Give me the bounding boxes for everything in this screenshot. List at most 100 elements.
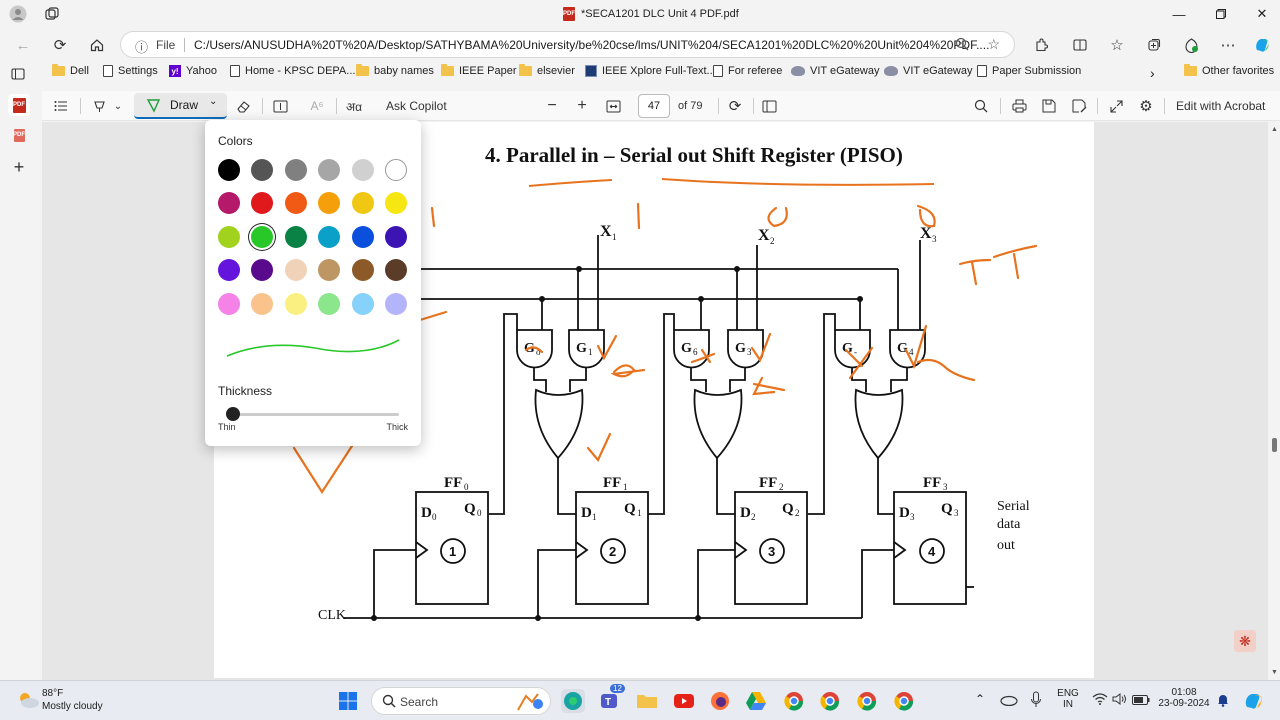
color-swatch[interactable] (351, 292, 374, 315)
highlight-chevron-down-icon[interactable]: ⌄ (112, 96, 124, 116)
firefox-icon[interactable] (708, 689, 732, 713)
rotate-icon[interactable]: ⟳ (724, 96, 746, 116)
acrobat-float-icon[interactable]: ❋ (1234, 630, 1256, 652)
maximize-button[interactable] (1207, 4, 1235, 24)
onedrive-icon[interactable] (1000, 692, 1018, 709)
color-swatch[interactable] (251, 225, 274, 248)
chrome-profile-1-icon[interactable] (782, 689, 806, 713)
volume-icon[interactable] (1112, 693, 1128, 708)
print-icon[interactable] (1008, 96, 1030, 116)
color-swatch[interactable] (351, 192, 374, 215)
favorite-star-icon[interactable]: ☆ (987, 36, 1000, 53)
color-swatch[interactable] (318, 259, 341, 282)
edge-browser-icon[interactable] (561, 689, 585, 713)
zoom-in-icon[interactable]: + (572, 96, 592, 116)
color-swatch[interactable] (284, 159, 307, 181)
favorite-ieee-paper[interactable]: IEEE Paper (441, 64, 516, 77)
color-swatch[interactable] (251, 259, 274, 282)
ask-copilot-button[interactable]: Ask Copilot (386, 96, 447, 116)
home-icon[interactable] (86, 34, 108, 56)
scroll-down-icon[interactable]: ▼ (1271, 669, 1278, 676)
thickness-slider-track[interactable] (227, 413, 399, 416)
pdf-tab-icon[interactable]: PDF (8, 94, 30, 116)
eraser-icon[interactable] (232, 96, 254, 116)
copilot-icon[interactable] (1251, 34, 1273, 56)
color-swatch[interactable] (385, 292, 407, 315)
language-indicator[interactable]: ENG IN (1055, 688, 1081, 710)
color-swatch[interactable] (284, 292, 307, 315)
teams-icon[interactable]: T 12 (598, 684, 625, 713)
favorite-paper-submission[interactable]: Paper Submission (977, 65, 1081, 77)
minimize-button[interactable]: — (1165, 4, 1193, 24)
color-swatch[interactable] (218, 259, 240, 282)
color-swatch[interactable] (284, 259, 307, 282)
scrollbar-thumb[interactable] (1272, 438, 1277, 452)
battery-icon[interactable] (1132, 694, 1150, 708)
color-swatch[interactable] (218, 192, 240, 215)
draw-button[interactable]: Draw ⌄ (134, 93, 227, 119)
save-as-icon[interactable] (1068, 96, 1090, 116)
more-options-icon[interactable]: ⋯ (1217, 34, 1239, 56)
google-drive-icon[interactable] (744, 689, 768, 713)
save-icon[interactable] (1038, 96, 1060, 116)
copilot-taskbar-icon[interactable] (1242, 690, 1264, 715)
color-swatch[interactable] (251, 159, 274, 181)
favorites-icon[interactable]: ☆ (1106, 34, 1128, 56)
color-swatch[interactable] (218, 225, 240, 248)
draw-chevron-down-icon[interactable]: ⌄ (209, 96, 217, 107)
color-swatch[interactable] (385, 159, 407, 181)
file-explorer-icon[interactable] (635, 689, 659, 713)
favorite-yahoo[interactable]: y! Yahoo (169, 65, 217, 77)
fit-width-icon[interactable] (602, 96, 624, 116)
color-swatch[interactable] (385, 225, 407, 248)
new-tab-icon[interactable]: + (10, 157, 28, 177)
edit-with-acrobat-button[interactable]: Edit with Acrobat (1176, 96, 1265, 116)
favorite-kpsc[interactable]: Home - KPSC DEPA... (230, 65, 355, 77)
favorite-vit-egateway-1[interactable]: VIT eGateway (791, 65, 880, 77)
collections-icon[interactable] (1143, 34, 1165, 56)
page-view-icon[interactable] (758, 96, 780, 116)
profile-icon[interactable] (8, 4, 28, 24)
browser-essentials-icon[interactable] (1180, 34, 1202, 56)
color-swatch[interactable] (351, 159, 374, 181)
highlight-icon[interactable] (88, 96, 110, 116)
info-icon[interactable]: ⓘ (135, 37, 148, 56)
color-swatch[interactable] (218, 159, 240, 181)
contents-icon[interactable] (50, 96, 72, 116)
zoom-out-icon[interactable]: − (542, 96, 562, 116)
favorite-elsevier[interactable]: elsevier (519, 64, 575, 77)
color-swatch[interactable] (251, 292, 274, 315)
color-swatch[interactable] (385, 192, 407, 215)
extensions-icon[interactable] (1030, 34, 1052, 56)
close-button[interactable]: ✕ (1248, 4, 1276, 24)
address-url[interactable]: C:/Users/ANUSUDHA%20T%20A/Desktop/SATHYB… (194, 38, 989, 52)
favorite-dell[interactable]: Dell (52, 64, 89, 77)
chrome-profile-3-icon[interactable] (855, 689, 879, 713)
color-swatch[interactable] (351, 225, 374, 248)
clock[interactable]: 01:08 23-09-2024 (1156, 687, 1212, 709)
color-swatch[interactable] (284, 192, 307, 215)
color-swatch[interactable] (318, 225, 341, 248)
color-swatch[interactable] (251, 192, 274, 215)
favorite-settings[interactable]: Settings (103, 65, 158, 77)
color-swatch[interactable] (385, 259, 407, 282)
show-hidden-icons-chevron-up-icon[interactable]: ⌃ (975, 692, 985, 706)
color-swatch[interactable] (218, 292, 240, 315)
split-screen-icon[interactable] (1069, 34, 1091, 56)
start-windows-icon[interactable] (336, 689, 360, 713)
zoom-icon[interactable] (955, 37, 969, 54)
refresh-icon[interactable]: ⟳ (49, 34, 71, 56)
chrome-profile-4-icon[interactable] (892, 689, 916, 713)
search-pdf-icon[interactable] (970, 96, 992, 116)
favorite-other-favorites[interactable]: Other favorites (1184, 64, 1274, 77)
color-swatch[interactable] (284, 225, 307, 248)
favorite-baby-names[interactable]: baby names (356, 64, 434, 77)
read-aloud-icon[interactable]: A⁶ (306, 96, 328, 116)
favorites-overflow-chevron-icon[interactable]: › (1150, 65, 1155, 81)
color-swatch[interactable] (318, 159, 341, 181)
page-number-input[interactable]: 47 (638, 94, 670, 118)
favorite-ieee-xplore[interactable]: IEEE Xplore Full-Text... (585, 65, 716, 77)
thickness-slider-thumb[interactable] (226, 407, 240, 421)
color-swatch[interactable] (318, 292, 341, 315)
workspaces-icon[interactable] (42, 4, 62, 24)
